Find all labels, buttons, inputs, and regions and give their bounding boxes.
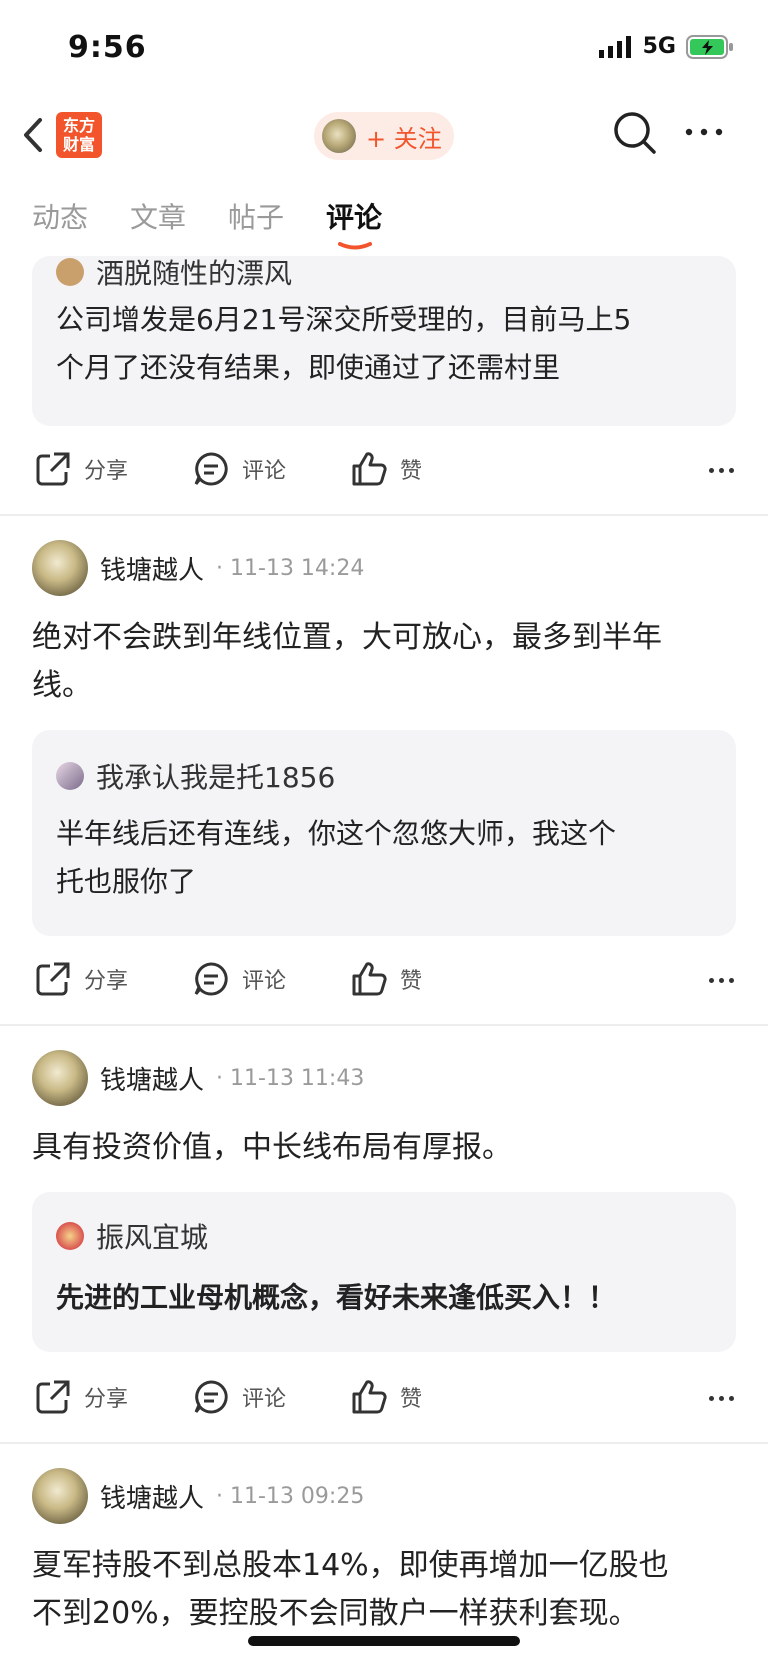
network-type: 5G xyxy=(642,34,676,59)
like-button[interactable]: 赞 xyxy=(350,1378,422,1416)
more-icon[interactable] xyxy=(684,122,724,142)
post-header: 钱塘越人 · 11-13 09:25 xyxy=(32,1468,364,1524)
quote-text: 半年线后还有连线，你这个忽悠大师，我这个 托也服你了 xyxy=(56,810,726,906)
more-options-icon[interactable] xyxy=(709,1396,734,1401)
active-tab-indicator xyxy=(338,242,372,250)
author-avatar[interactable] xyxy=(32,1468,88,1524)
quote-header: 酒脱随性的漂风 xyxy=(56,256,292,292)
comment-icon xyxy=(194,452,228,486)
quote-text-line: 半年线后还有连线，你这个忽悠大师，我这个 xyxy=(56,817,617,850)
comment-button[interactable]: 评论 xyxy=(192,1378,286,1416)
share-label: 分享 xyxy=(84,1387,129,1412)
logo-line1: 东方 xyxy=(62,116,95,135)
post-text-line: 具有投资价值，中长线布局有厚报。 xyxy=(32,1130,512,1165)
quote-avatar xyxy=(56,258,84,286)
post-header: 钱塘越人 · 11-13 14:24 xyxy=(32,540,364,596)
profile-avatar xyxy=(322,119,356,153)
quoted-comment-card[interactable]: 我承认我是托1856 半年线后还有连线，你这个忽悠大师，我这个 托也服你了 xyxy=(32,730,736,936)
quote-text-line: 公司增发是6月21号深交所受理的，目前马上5 xyxy=(56,303,632,336)
comment-icon xyxy=(194,1380,228,1414)
like-button[interactable]: 赞 xyxy=(350,450,422,488)
post-text-line: 绝对不会跌到年线位置，大可放心，最多到半年 xyxy=(32,620,662,655)
post-text-line: 不到20%，要控股不会同散户一样获利套现。 xyxy=(32,1596,639,1631)
tab-posts[interactable]: 帖子 xyxy=(228,196,284,236)
more-options-icon[interactable] xyxy=(709,468,734,473)
tab-dynamics[interactable]: 动态 xyxy=(32,196,88,236)
author-name[interactable]: 钱塘越人 xyxy=(100,1060,204,1097)
like-label: 赞 xyxy=(400,1387,423,1412)
divider xyxy=(0,514,768,516)
quote-avatar xyxy=(56,762,84,790)
like-label: 赞 xyxy=(400,459,423,484)
post-time: · 11-13 09:25 xyxy=(216,1483,365,1509)
share-button[interactable]: 分享 xyxy=(34,450,128,488)
like-button[interactable]: 赞 xyxy=(350,960,422,998)
tab-articles[interactable]: 文章 xyxy=(130,196,186,236)
author-name[interactable]: 钱塘越人 xyxy=(100,550,204,587)
quote-text-line: 托也服你了 xyxy=(56,865,197,898)
quote-header: 我承认我是托1856 xyxy=(56,756,335,796)
quote-text-line: 先进的工业母机概念，看好未来逢低买入！！ xyxy=(56,1281,617,1314)
share-button[interactable]: 分享 xyxy=(34,960,128,998)
thumbs-up-icon xyxy=(352,452,387,486)
comment-button[interactable]: 评论 xyxy=(192,960,286,998)
follow-label: + 关注 xyxy=(366,124,442,153)
divider xyxy=(0,1024,768,1026)
more-options-icon[interactable] xyxy=(709,978,734,983)
share-icon xyxy=(36,1380,70,1414)
app-logo: 东方 财富 xyxy=(56,112,102,158)
thumbs-up-icon xyxy=(352,962,387,996)
post-text: 具有投资价值，中长线布局有厚报。 xyxy=(32,1124,742,1172)
post-time: · 11-13 14:24 xyxy=(216,555,365,581)
home-indicator[interactable] xyxy=(248,1636,520,1646)
author-avatar[interactable] xyxy=(32,540,88,596)
back-icon[interactable] xyxy=(16,112,56,158)
action-bar: 分享 评论 赞 xyxy=(34,1378,734,1422)
author-avatar[interactable] xyxy=(32,1050,88,1106)
comment-icon xyxy=(194,962,228,996)
quote-author[interactable]: 振风宜城 xyxy=(96,1216,208,1256)
thumbs-up-icon xyxy=(352,1380,387,1414)
quote-author[interactable]: 酒脱随性的漂风 xyxy=(96,256,292,292)
signal-icon xyxy=(598,35,631,58)
status-indicators: 5G xyxy=(598,34,734,59)
share-label: 分享 xyxy=(84,459,129,484)
quoted-comment-card[interactable]: 振风宜城 先进的工业母机概念，看好未来逢低买入！！ xyxy=(32,1192,736,1352)
comment-label: 评论 xyxy=(242,969,287,994)
status-time: 9:56 xyxy=(68,30,147,65)
post-text: 绝对不会跌到年线位置，大可放心，最多到半年 线。 xyxy=(32,614,742,710)
quote-author[interactable]: 我承认我是托1856 xyxy=(96,756,335,796)
comment-label: 评论 xyxy=(242,1387,287,1412)
share-label: 分享 xyxy=(84,969,129,994)
search-icon[interactable] xyxy=(612,110,658,156)
post-text-line: 夏军持股不到总股本14%，即使再增加一亿股也 xyxy=(32,1548,669,1583)
action-bar: 分享 评论 赞 xyxy=(34,450,734,494)
follow-button[interactable]: + 关注 xyxy=(314,112,454,160)
share-button[interactable]: 分享 xyxy=(34,1378,128,1416)
comment-button[interactable]: 评论 xyxy=(192,450,286,488)
post-time: · 11-13 11:43 xyxy=(216,1065,365,1091)
quote-text-line: 个月了还没有结果，即使通过了还需村里 xyxy=(56,351,561,384)
tab-comments[interactable]: 评论 xyxy=(326,196,382,236)
share-icon xyxy=(36,962,70,996)
action-bar: 分享 评论 赞 xyxy=(34,960,734,1004)
post-text: 夏军持股不到总股本14%，即使再增加一亿股也 不到20%，要控股不会同散户一样获… xyxy=(32,1542,742,1638)
divider xyxy=(0,1442,768,1444)
logo-line2: 财富 xyxy=(62,135,95,154)
tab-bar: 动态 文章 帖子 评论 xyxy=(0,196,768,256)
post-text-line: 线。 xyxy=(32,668,92,703)
quote-text: 先进的工业母机概念，看好未来逢低买入！！ xyxy=(56,1274,726,1322)
share-icon xyxy=(36,452,70,486)
quote-header: 振风宜城 xyxy=(56,1216,208,1256)
author-name[interactable]: 钱塘越人 xyxy=(100,1478,204,1515)
like-label: 赞 xyxy=(400,969,423,994)
quote-avatar xyxy=(56,1222,84,1250)
quote-text: 公司增发是6月21号深交所受理的，目前马上5 个月了还没有结果，即使通过了还需村… xyxy=(56,296,726,392)
post-header: 钱塘越人 · 11-13 11:43 xyxy=(32,1050,364,1106)
battery-icon xyxy=(686,34,733,59)
quoted-comment-card[interactable]: 酒脱随性的漂风 公司增发是6月21号深交所受理的，目前马上5 个月了还没有结果，… xyxy=(32,256,736,426)
comment-label: 评论 xyxy=(242,459,287,484)
